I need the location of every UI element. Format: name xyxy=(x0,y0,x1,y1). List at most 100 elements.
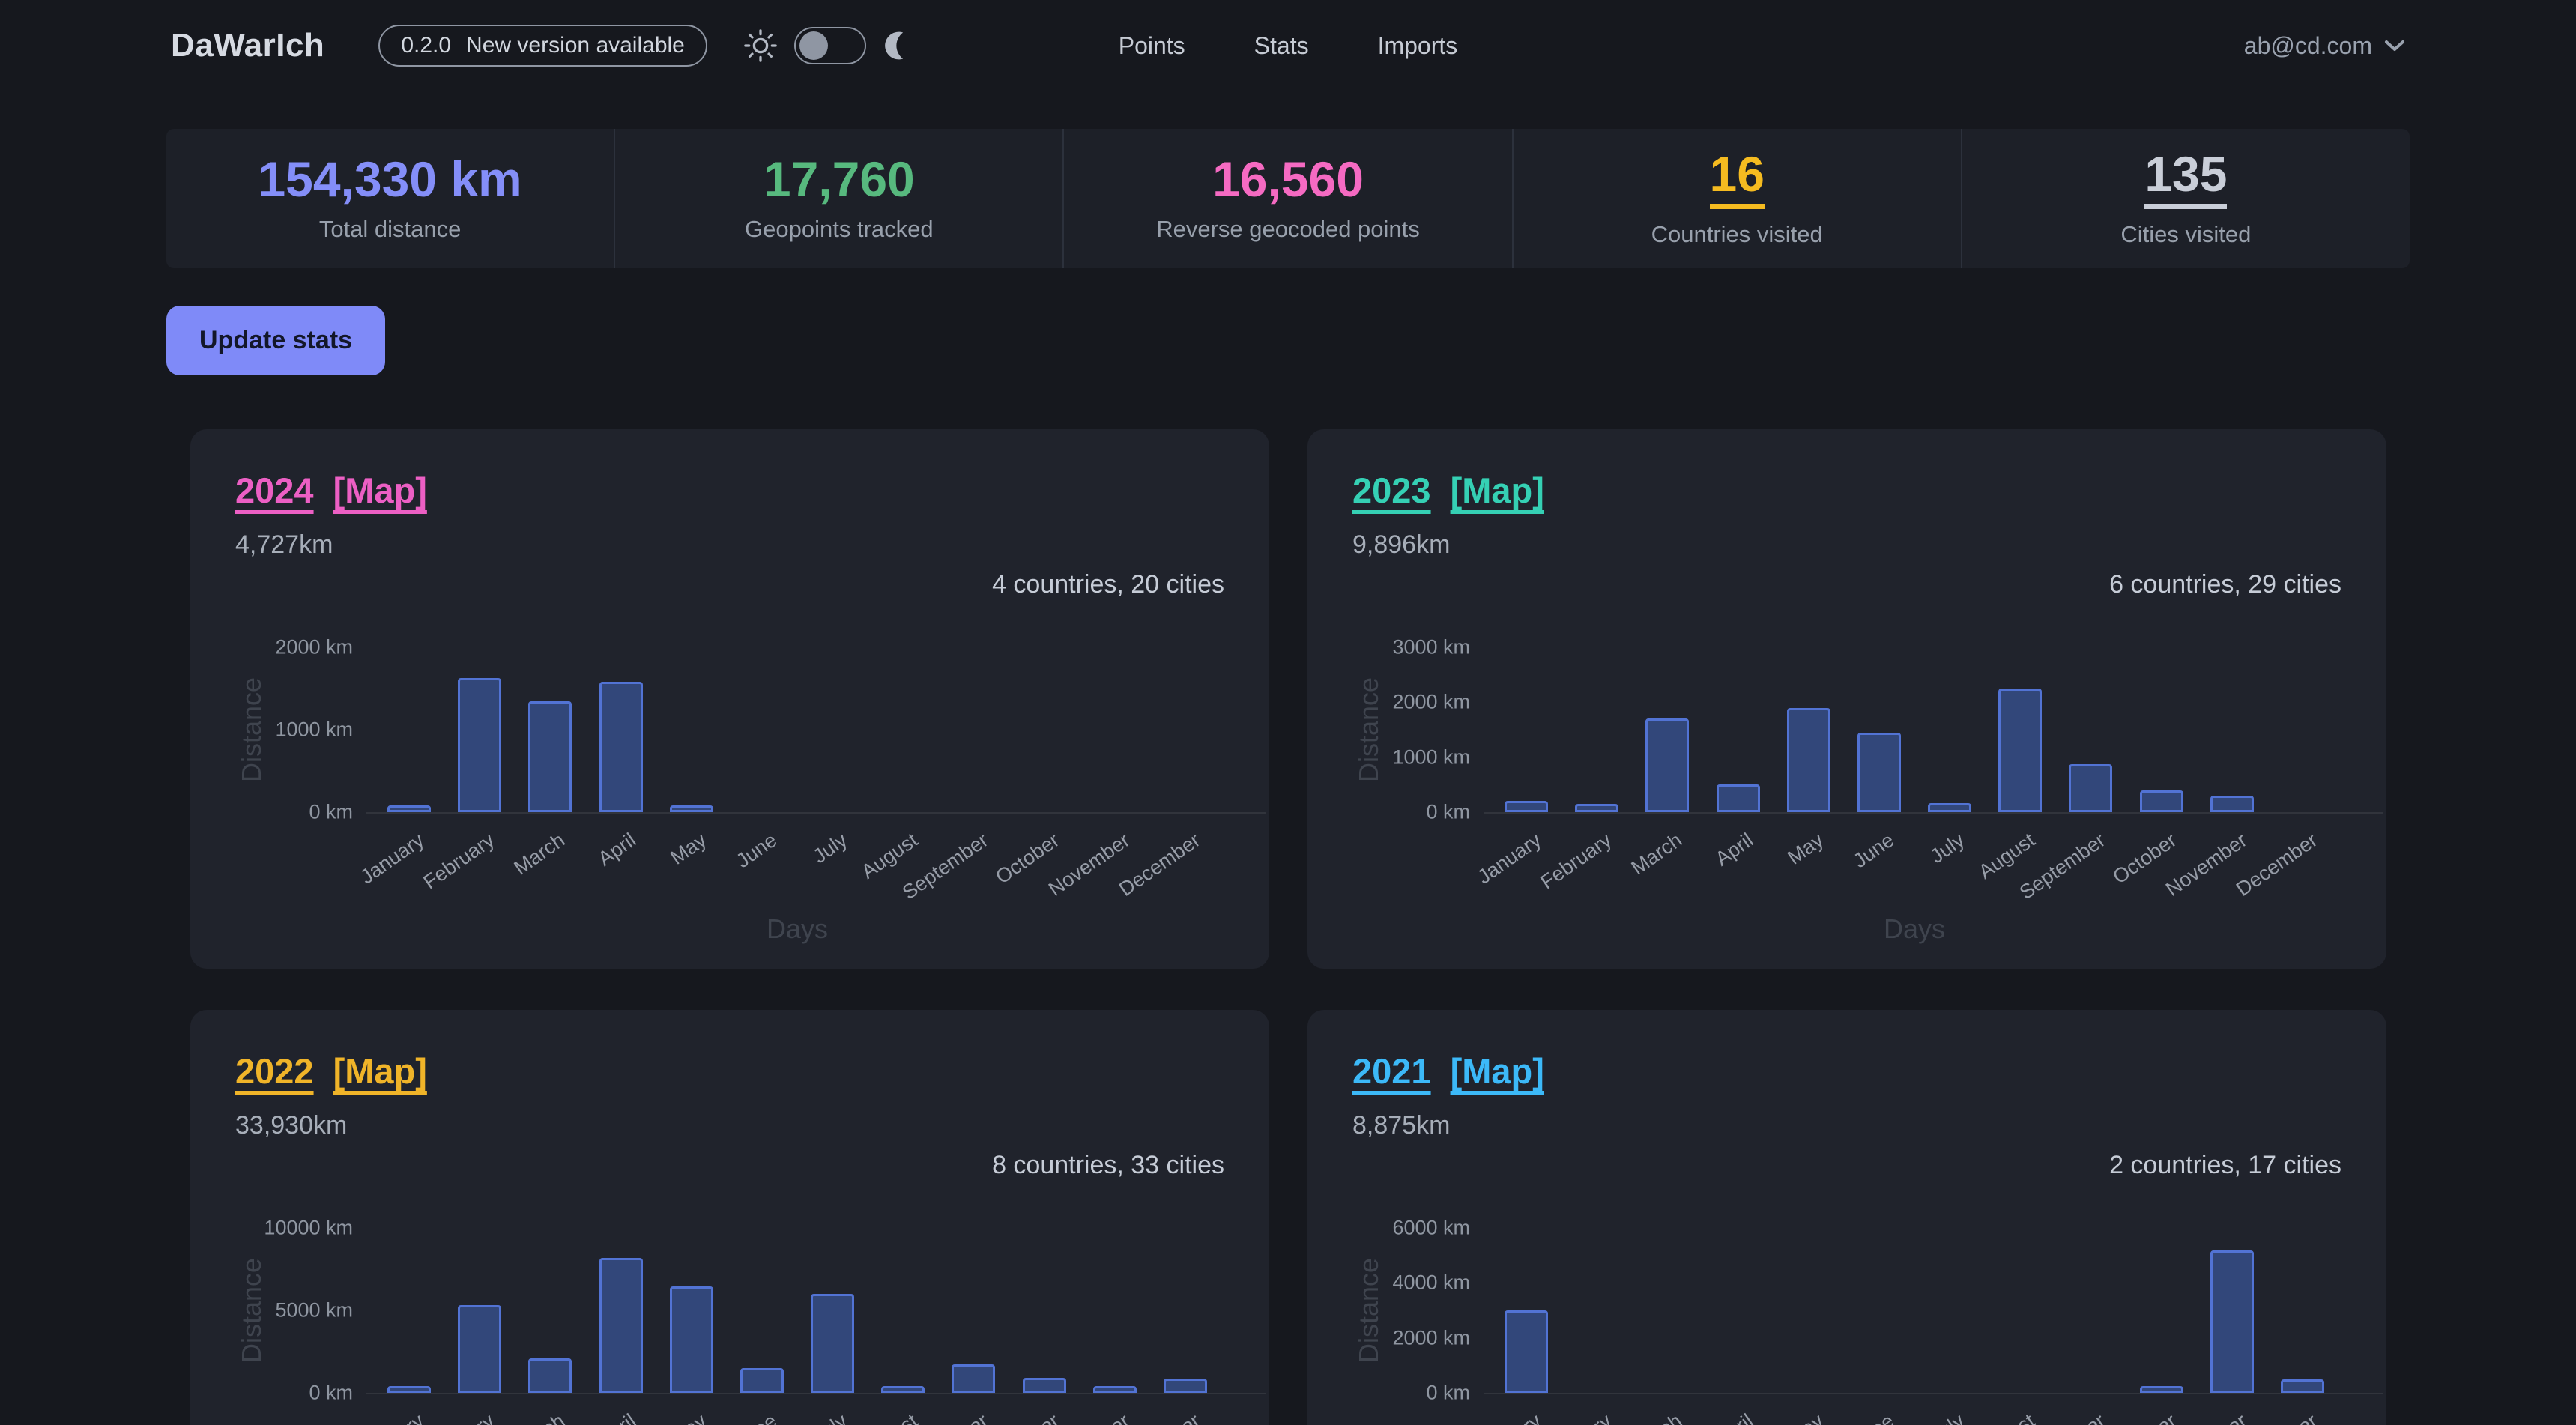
bar-january xyxy=(387,1386,431,1393)
y-tick: 0 km xyxy=(1352,1382,1470,1405)
map-link-2023[interactable]: [Map] xyxy=(1451,470,1544,511)
bar-march xyxy=(528,701,572,813)
bar-october xyxy=(2140,1386,2183,1393)
card-title-2021: 2021 [Map] xyxy=(1352,1050,2341,1092)
bar-october xyxy=(1023,1378,1066,1393)
x-axis-line xyxy=(1484,812,2383,814)
year-cards-grid: 2024 [Map] 4,727km 4 countries, 20 cities Di… xyxy=(190,429,2386,1425)
bar-september xyxy=(952,1364,995,1394)
stat-total-distance: 154,330 kmTotal distance xyxy=(166,129,615,268)
nav-points[interactable]: Points xyxy=(1119,32,1185,60)
user-menu[interactable]: ab@cd.com xyxy=(2244,32,2405,60)
x-tick-november: November xyxy=(992,1409,1134,1425)
stat-cities-visited: 135 Cities visited xyxy=(1962,129,2410,268)
y-tick: 0 km xyxy=(1352,801,1470,824)
x-axis-line xyxy=(366,1393,1266,1394)
distance-chart-2024: Distance2000 km1000 km0 kmJanuaryFebruar… xyxy=(235,647,1224,969)
bar-february xyxy=(458,678,501,812)
x-tick-october: October xyxy=(2039,1409,2181,1425)
x-tick-april: April xyxy=(498,1409,641,1425)
distance-chart-2022: Distance10000 km5000 km0 kmJanuaryFebrua… xyxy=(235,1228,1224,1425)
bar-september xyxy=(2069,764,2112,812)
bar-february xyxy=(458,1305,501,1393)
sun-icon xyxy=(743,28,778,63)
stat-reverse-geocoded-points: 16,560Reverse geocoded points xyxy=(1064,129,1513,268)
stat-value-countries-visited[interactable]: 16 xyxy=(1710,149,1765,209)
nav-stats[interactable]: Stats xyxy=(1254,32,1309,60)
x-tick-june: June xyxy=(1756,1409,1899,1425)
distance-chart-2021: Distance6000 km4000 km2000 km0 kmJanuary… xyxy=(1352,1228,2341,1425)
year-card-2024: 2024[Map]4,727km4 countries, 20 citiesDi… xyxy=(190,429,1269,969)
year-link-2024[interactable]: 2024 xyxy=(235,470,314,511)
map-link-2024[interactable]: [Map] xyxy=(333,470,427,511)
x-tick-september: September xyxy=(850,1409,993,1425)
bar-april xyxy=(599,1258,643,1393)
x-tick-june: June xyxy=(639,1409,781,1425)
stat-value-cities-visited[interactable]: 135 xyxy=(2144,149,2227,209)
bar-november xyxy=(2210,796,2254,812)
map-link-2021[interactable]: [Map] xyxy=(1451,1050,1544,1092)
bar-october xyxy=(2140,790,2183,812)
stat-label-cities-visited: Cities visited xyxy=(2120,221,2251,248)
bar-december xyxy=(2281,1379,2324,1393)
bar-may xyxy=(1787,708,1830,812)
y-tick: 2000 km xyxy=(1352,1326,1470,1349)
bar-april xyxy=(1717,784,1760,812)
x-tick-march: March xyxy=(1544,1409,1687,1425)
bar-march xyxy=(528,1358,572,1393)
year-summary-2024: 4 countries, 20 cities xyxy=(235,570,1224,599)
stats-row: 154,330 kmTotal distance17,760Geopoints … xyxy=(166,129,2410,268)
bar-june xyxy=(740,1368,784,1393)
y-tick: 1000 km xyxy=(1352,745,1470,769)
theme-toggle-knob xyxy=(799,31,828,60)
y-tick: 3000 km xyxy=(1352,636,1470,659)
card-title-2024: 2024 [Map] xyxy=(235,470,1224,511)
y-tick: 6000 km xyxy=(1352,1217,1470,1240)
year-distance-2024: 4,727km xyxy=(235,530,1224,560)
y-tick: 0 km xyxy=(235,801,353,824)
year-link-2021[interactable]: 2021 xyxy=(1352,1050,1431,1092)
x-tick-august: August xyxy=(780,1409,922,1425)
x-tick-february: February xyxy=(357,1409,499,1425)
stat-countries-visited: 16Countries visited xyxy=(1514,129,1962,268)
year-summary-2021: 2 countries, 17 cities xyxy=(1352,1151,2341,1180)
x-tick-october: October xyxy=(922,1409,1064,1425)
y-tick: 1000 km xyxy=(235,718,353,742)
year-link-2022[interactable]: 2022 xyxy=(235,1050,314,1092)
x-tick-july: July xyxy=(1827,1409,1969,1425)
bar-may xyxy=(670,805,713,812)
year-distance-2021: 8,875km xyxy=(1352,1111,2341,1140)
x-tick-august: August xyxy=(1897,1409,2040,1425)
x-axis-label: Days xyxy=(707,913,887,945)
x-tick-december: December xyxy=(2180,829,2322,938)
bar-december xyxy=(1164,1379,1207,1393)
x-tick-april: April xyxy=(1615,1409,1758,1425)
bar-august xyxy=(1998,689,2042,812)
year-summary-2023: 6 countries, 29 cities xyxy=(1352,570,2341,599)
bar-june xyxy=(1857,733,1901,812)
year-card-2023: 2023[Map]9,896km6 countries, 29 citiesDi… xyxy=(1307,429,2386,969)
bar-may xyxy=(670,1286,713,1393)
bar-february xyxy=(1575,804,1618,812)
y-tick: 0 km xyxy=(235,1382,353,1405)
nav-imports[interactable]: Imports xyxy=(1378,32,1458,60)
year-card-2021: 2021[Map]8,875km2 countries, 17 citiesDi… xyxy=(1307,1010,2386,1425)
bar-january xyxy=(1505,1310,1548,1393)
y-tick: 10000 km xyxy=(235,1217,353,1240)
version-badge[interactable]: 0.2.0 New version available xyxy=(378,25,707,67)
theme-toggle[interactable] xyxy=(794,27,866,64)
y-tick: 2000 km xyxy=(235,636,353,659)
update-stats-button[interactable]: Update stats xyxy=(166,306,385,375)
x-tick-november: November xyxy=(2109,1409,2252,1425)
x-tick-december: December xyxy=(2180,1409,2322,1425)
bar-august xyxy=(881,1386,925,1393)
y-tick: 2000 km xyxy=(1352,691,1470,714)
year-link-2023[interactable]: 2023 xyxy=(1352,470,1431,511)
stat-value-reverse-geocoded-points: 16,560 xyxy=(1212,154,1364,204)
x-axis-line xyxy=(366,812,1266,814)
moon-icon xyxy=(883,30,914,61)
map-link-2022[interactable]: [Map] xyxy=(333,1050,427,1092)
year-summary-2022: 8 countries, 33 cities xyxy=(235,1151,1224,1180)
y-tick: 4000 km xyxy=(1352,1271,1470,1295)
app-logo: DaWarIch xyxy=(171,27,324,64)
